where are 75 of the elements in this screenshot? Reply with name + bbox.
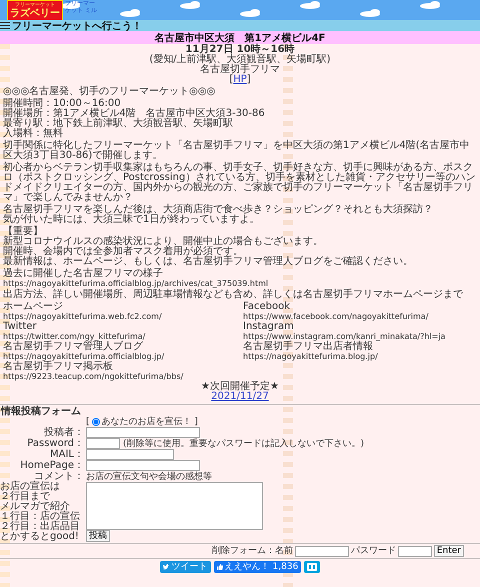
bracket: ] xyxy=(246,75,251,85)
link-label: 名古屋切手フリマ掲示板 xyxy=(3,362,113,372)
link-label: Twitter xyxy=(3,322,38,332)
paragraph: ◎◎◎名古屋発、切手のフリーマーケット◎◎◎ xyxy=(3,87,216,97)
comment-hint: お店の宣伝文句や会場の感想等 xyxy=(86,472,213,482)
paragraph: 気が付いた時には、大須三昧で1日が終わっていますよ。 xyxy=(3,215,260,225)
field-label: コメント： xyxy=(34,471,84,482)
link-label: 名古屋切手フリマ出店者情報 xyxy=(243,342,373,352)
paragraph: 初心者からベテラン切手収集家はもちろんの事、切手女子、切手好きな方、切手に興味がある方、ポスクロ（ポストクロッシング、Postcrossing）されている方、切手を素材とした雑貨・アクセサリー等のハンドメイドクリエイターの方、国内外からの観光の方、ご家族で切手のフリーマーケット「名古屋切手フリマ」で楽しんでみませんか？ xyxy=(3,163,476,203)
url-link[interactable]: https://www.instagram.com/kanri_minakata/?hl=ja xyxy=(243,332,477,341)
field-label: HomePage： xyxy=(19,460,84,471)
field-label: 投稿者： xyxy=(43,427,84,438)
enter-button[interactable]: Enter xyxy=(434,545,464,557)
paragraph: 【重要】 xyxy=(3,227,43,237)
input-field[interactable] xyxy=(86,438,120,449)
comment-note: お店の宣伝は xyxy=(0,482,60,492)
hp-link[interactable]: HP xyxy=(233,74,247,85)
link-label: Instagram xyxy=(243,322,295,332)
bookmark-button[interactable] xyxy=(304,561,320,573)
bracket: ] xyxy=(193,417,198,427)
url-link[interactable]: https://nagoyakittefurima.officialblog.jp/ xyxy=(3,352,237,361)
nav-title: フリーマーケットへ行こう！ xyxy=(12,20,142,32)
bracket: [ xyxy=(86,417,90,427)
input-field[interactable] xyxy=(86,460,200,471)
paragraph: 開催時間：10:00～16:00 xyxy=(3,99,121,109)
delete-name-label: 削除フォーム：名前 xyxy=(212,546,293,556)
link-label: 名古屋切手フリマ管理人ブログ xyxy=(3,342,143,352)
paragraph: 出店方法、詳しい開催場所、周辺駐車場情報なども含め、詳しくは名古屋切手フリマホームページまで xyxy=(3,290,464,300)
submit-button[interactable]: 投稿 xyxy=(86,530,110,542)
event-name: 名古屋切手フリマ xyxy=(200,65,280,75)
comment-note: １行目：店の宣伝 xyxy=(0,512,80,522)
paragraph: 最寄り駅：地下鉄上前津駅、大須観音駅、矢場町駅 xyxy=(3,119,234,129)
venue-title: 名古屋市中区大須 第1アメ横ビル4F xyxy=(154,31,326,44)
event-stations: (愛知/上前津駅、大須観音駅、矢場町駅) xyxy=(149,55,331,65)
comment-note: ２行目まで xyxy=(0,492,50,502)
url-link[interactable]: https://nagoyakittefurima.officialblog.jp/archives/cat_375039.html xyxy=(3,279,477,288)
field-note: (削除等に使用。重要なパスワードは記入しないで下さい。) xyxy=(123,438,364,448)
radio-label: あなたのお店を宣伝！ xyxy=(102,417,192,427)
link-label: ホームページ xyxy=(3,302,64,312)
input-field[interactable] xyxy=(398,546,432,556)
paragraph: 切手関係に特化したフリーマーケット「名古屋切手フリマ」を中区大須の第1アメ横ビル4階(名古屋市中区大須3丁目30-86)で開催します。 xyxy=(3,141,471,161)
delete-password-label: パスワード xyxy=(350,546,396,556)
url-link[interactable]: https://nagoyakittefurima.blog.jp/ xyxy=(243,352,477,361)
like-button[interactable]: ええやん！ 1,836 xyxy=(214,561,302,573)
url-link[interactable]: https://9223.teacup.com/ngokittefurima/bbs/ xyxy=(3,372,237,381)
paragraph: 開催場所：第1アメ横ビル4階 名古屋市中区大須3-30-86 xyxy=(3,109,266,119)
field-label: Password： xyxy=(26,438,84,449)
thumbs-up-icon xyxy=(216,564,223,570)
menu-icon[interactable] xyxy=(0,22,10,29)
paragraph: 最新情報は、ホームページ、もしくは、名古屋切手フリマ管理人ブログをご確認ください。 xyxy=(3,257,414,267)
comment-note: とかするとgood! xyxy=(0,532,79,542)
bird-icon xyxy=(162,564,170,570)
input-field[interactable] xyxy=(86,427,200,438)
event-date: 11月27日 10時～16時 xyxy=(185,45,295,55)
url-link[interactable]: https://nagoyakittefurima.web.fc2.com/ xyxy=(3,312,237,321)
comment-note: ２行目：出店品目 xyxy=(0,522,80,532)
input-field[interactable] xyxy=(294,546,349,556)
paragraph: 入場料：無料 xyxy=(3,129,64,139)
next-event-date-link[interactable]: 2021/11/27 xyxy=(211,391,269,402)
url-link[interactable]: https://twitter.com/ngy_kittefurima/ xyxy=(3,332,237,341)
comment-note: メルマガで紹介 xyxy=(0,502,70,512)
paragraph: 名古屋切手フリマを楽しんだ後は、大須商店街で食べ歩き？ショッピング？それとも大須探訪？ xyxy=(3,205,434,215)
radio-button[interactable] xyxy=(92,418,100,426)
paragraph: 開催時、会場内では全参加者マスク着用が必須です。 xyxy=(3,247,244,257)
next-event-label: ★次回開催予定★ xyxy=(201,382,279,392)
paragraph: 新型コロナウイルスの感染状況により、開催中止の場合もございます。 xyxy=(3,237,324,247)
input-field[interactable] xyxy=(86,449,174,460)
form-title: 情報投稿フォーム xyxy=(0,406,82,417)
url-link[interactable]: https://www.facebook.com/nagoyakittefurima/ xyxy=(243,312,477,321)
comment-textarea[interactable] xyxy=(86,482,263,530)
field-label: MAIL： xyxy=(49,449,84,460)
bracket: [ xyxy=(229,75,234,85)
paragraph: 過去に開催した名古屋フリマの様子 xyxy=(3,269,164,279)
bookmark-icon xyxy=(307,563,318,571)
link-label: Facebook xyxy=(243,302,291,312)
